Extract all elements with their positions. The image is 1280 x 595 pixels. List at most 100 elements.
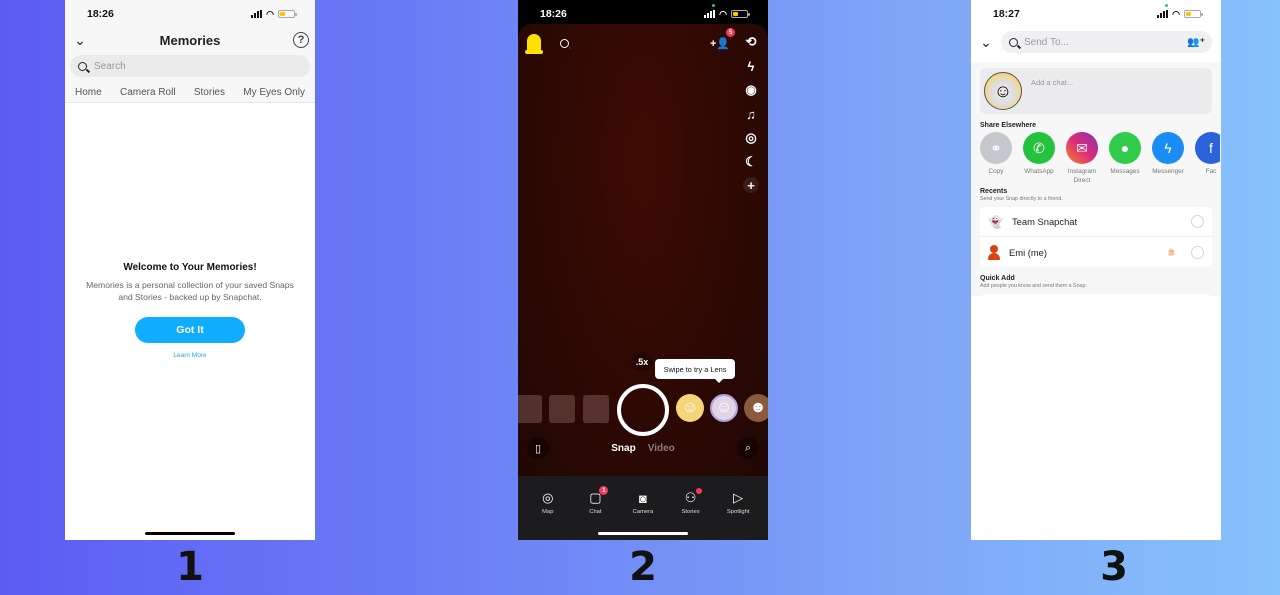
facebook-icon: f [1195,132,1220,164]
select-radio[interactable] [1191,215,1204,228]
send-to-header: ⌄ Send To... 👥⁺ [971,28,1221,56]
nav-spotlight[interactable]: ▷ Spotlight [718,489,758,540]
link-icon: ⚭ [980,132,1012,164]
lens-bitmoji-face[interactable]: ☺ [676,394,704,422]
lens-face-preview[interactable]: ☻ [744,394,768,422]
chevron-down-icon[interactable]: ⌄ [73,32,87,48]
memories-tabs: Home Camera Roll Stories My Eyes Only [65,83,315,103]
step-number-3: 3 [1100,544,1128,590]
tab-stories[interactable]: Stories [194,87,225,98]
list-item[interactable]: Emi (me) 🎂 [980,237,1212,267]
quick-add-title: Quick Add [980,275,1015,282]
search-icon [1009,37,1018,47]
search-input[interactable]: Search [70,55,310,77]
camera-in-use-indicator [712,4,715,7]
memories-icon[interactable]: ▯ [527,437,549,459]
share-messages[interactable]: ● Messages [1109,132,1141,185]
battery-icon [278,10,297,18]
recents-title: Recents [980,188,1008,195]
share-instagram-direct[interactable]: ✉ Instagram Direct [1066,132,1098,185]
plus-icon[interactable]: + [743,177,759,193]
recents-list: 👻 Team Snapchat Emi (me) 🎂 [980,207,1212,267]
lens-carousel[interactable]: ☺ ☺ ☻ [518,383,768,437]
select-radio[interactable] [1191,245,1204,259]
search-icon [78,61,87,71]
stories-dot [695,488,702,494]
mode-snap[interactable]: Snap [611,443,635,454]
add-chat-placeholder: Add a chat... [1031,78,1074,87]
send-to-search-input[interactable]: Send To... 👥⁺ [1001,31,1212,53]
add-friend-icon[interactable]: +👤 5 [710,28,735,52]
chevron-down-icon[interactable]: ⌄ [979,34,993,50]
messenger-icon: ϟ [1152,132,1184,164]
bottom-nav: ◎ Map ▢ 1 Chat ◙ Camera ⚇ Stories ▷ Spot… [518,476,768,540]
share-elsewhere-title: Share Elsewhere [980,122,1037,129]
status-time: 18:26 [87,8,114,20]
snapchat-ghost-icon: 👻 [988,214,1003,229]
mode-video[interactable]: Video [648,443,675,454]
header: ⌄ Memories ? [65,28,315,52]
wifi-icon: ◠ [1172,8,1180,19]
add-chat-input[interactable]: ☺ Add a chat... [980,68,1212,114]
welcome-body: Memories is a personal collection of you… [86,280,294,302]
shutter-button[interactable] [617,384,669,436]
camera-side-toolbar: ⟲ ϟ ◉ ♫ ◎ ☾ + [741,33,761,193]
avatar: ☺ [984,72,1022,110]
share-copy[interactable]: ⚭ Copy [980,132,1012,185]
phone-camera-screen: 18:26 ◠ +👤 5 ⟲ ϟ ◉ ♫ ◎ ☾ + .5x Swipe to … [518,0,768,540]
lens-tooltip: Swipe to try a Lens [655,359,735,383]
recipient-name: Emi (me) [1009,246,1048,258]
bitmoji-avatar-icon [988,244,1000,260]
status-bar: 18:26 ◠ [65,0,315,28]
tab-my-eyes-only[interactable]: My Eyes Only [243,87,305,98]
chat-badge: 1 [599,486,609,495]
map-pin-icon: ◎ [542,490,554,505]
search-icon[interactable] [555,34,573,52]
tab-home[interactable]: Home [75,87,102,98]
step-number-2: 2 [629,544,657,590]
flip-camera-icon[interactable]: ⟲ [742,33,760,51]
lens-camera-icon[interactable]: ◎ [742,129,760,147]
learn-more-link[interactable]: Learn More [65,352,315,359]
recents-subtitle: Send your Snap directly to a friend. [980,196,1063,202]
help-circle-icon[interactable]: ? [292,32,309,48]
spotlight-play-icon: ▷ [733,490,744,505]
welcome-panel: Welcome to Your Memories! Memories is a … [65,262,315,359]
video-chat-icon[interactable]: ◉ [742,81,760,99]
status-time: 18:27 [993,8,1020,20]
new-group-icon[interactable]: 👥⁺ [1187,37,1205,48]
lens-slot[interactable] [549,395,575,423]
camera-in-use-indicator [1165,4,1168,7]
add-friend-badge: 5 [726,28,735,37]
welcome-title: Welcome to Your Memories! [123,262,257,273]
bitmoji-profile-icon[interactable] [525,34,543,54]
zoom-level-button[interactable]: .5x [631,353,653,371]
page-title: Memories [159,32,221,48]
share-whatsapp[interactable]: ✆ WhatsApp [1023,132,1055,185]
music-icon[interactable]: ♫ [742,105,760,123]
whatsapp-icon: ✆ [1023,132,1055,164]
nav-map[interactable]: ◎ Map [528,489,568,540]
search-placeholder: Send To... [1024,36,1069,48]
lens-slot[interactable] [518,395,542,423]
share-messenger[interactable]: ϟ Messenger [1152,132,1184,185]
home-indicator [145,532,235,535]
flash-off-icon[interactable]: ϟ [742,57,760,75]
status-bar: 18:27 ◠ [971,0,1221,28]
tab-camera-roll[interactable]: Camera Roll [120,87,176,98]
search-placeholder: Search [94,60,126,72]
camera-icon: ◙ [639,490,647,506]
got-it-button[interactable]: Got It [135,317,245,343]
messages-icon: ● [1109,132,1141,164]
lens-explorer-icon[interactable]: ⌕ [737,437,759,459]
battery-icon [1184,10,1203,18]
lens-baby-face[interactable]: ☺ [710,394,738,422]
list-item[interactable]: 👻 Team Snapchat [980,207,1212,237]
home-indicator [598,532,688,535]
signal-icon [251,10,263,18]
wifi-icon: ◠ [719,8,727,19]
share-facebook[interactable]: f Fac [1195,132,1220,185]
recipient-name: Team Snapchat [1011,216,1078,227]
lens-slot[interactable] [583,395,609,423]
night-mode-icon[interactable]: ☾ [742,153,760,171]
